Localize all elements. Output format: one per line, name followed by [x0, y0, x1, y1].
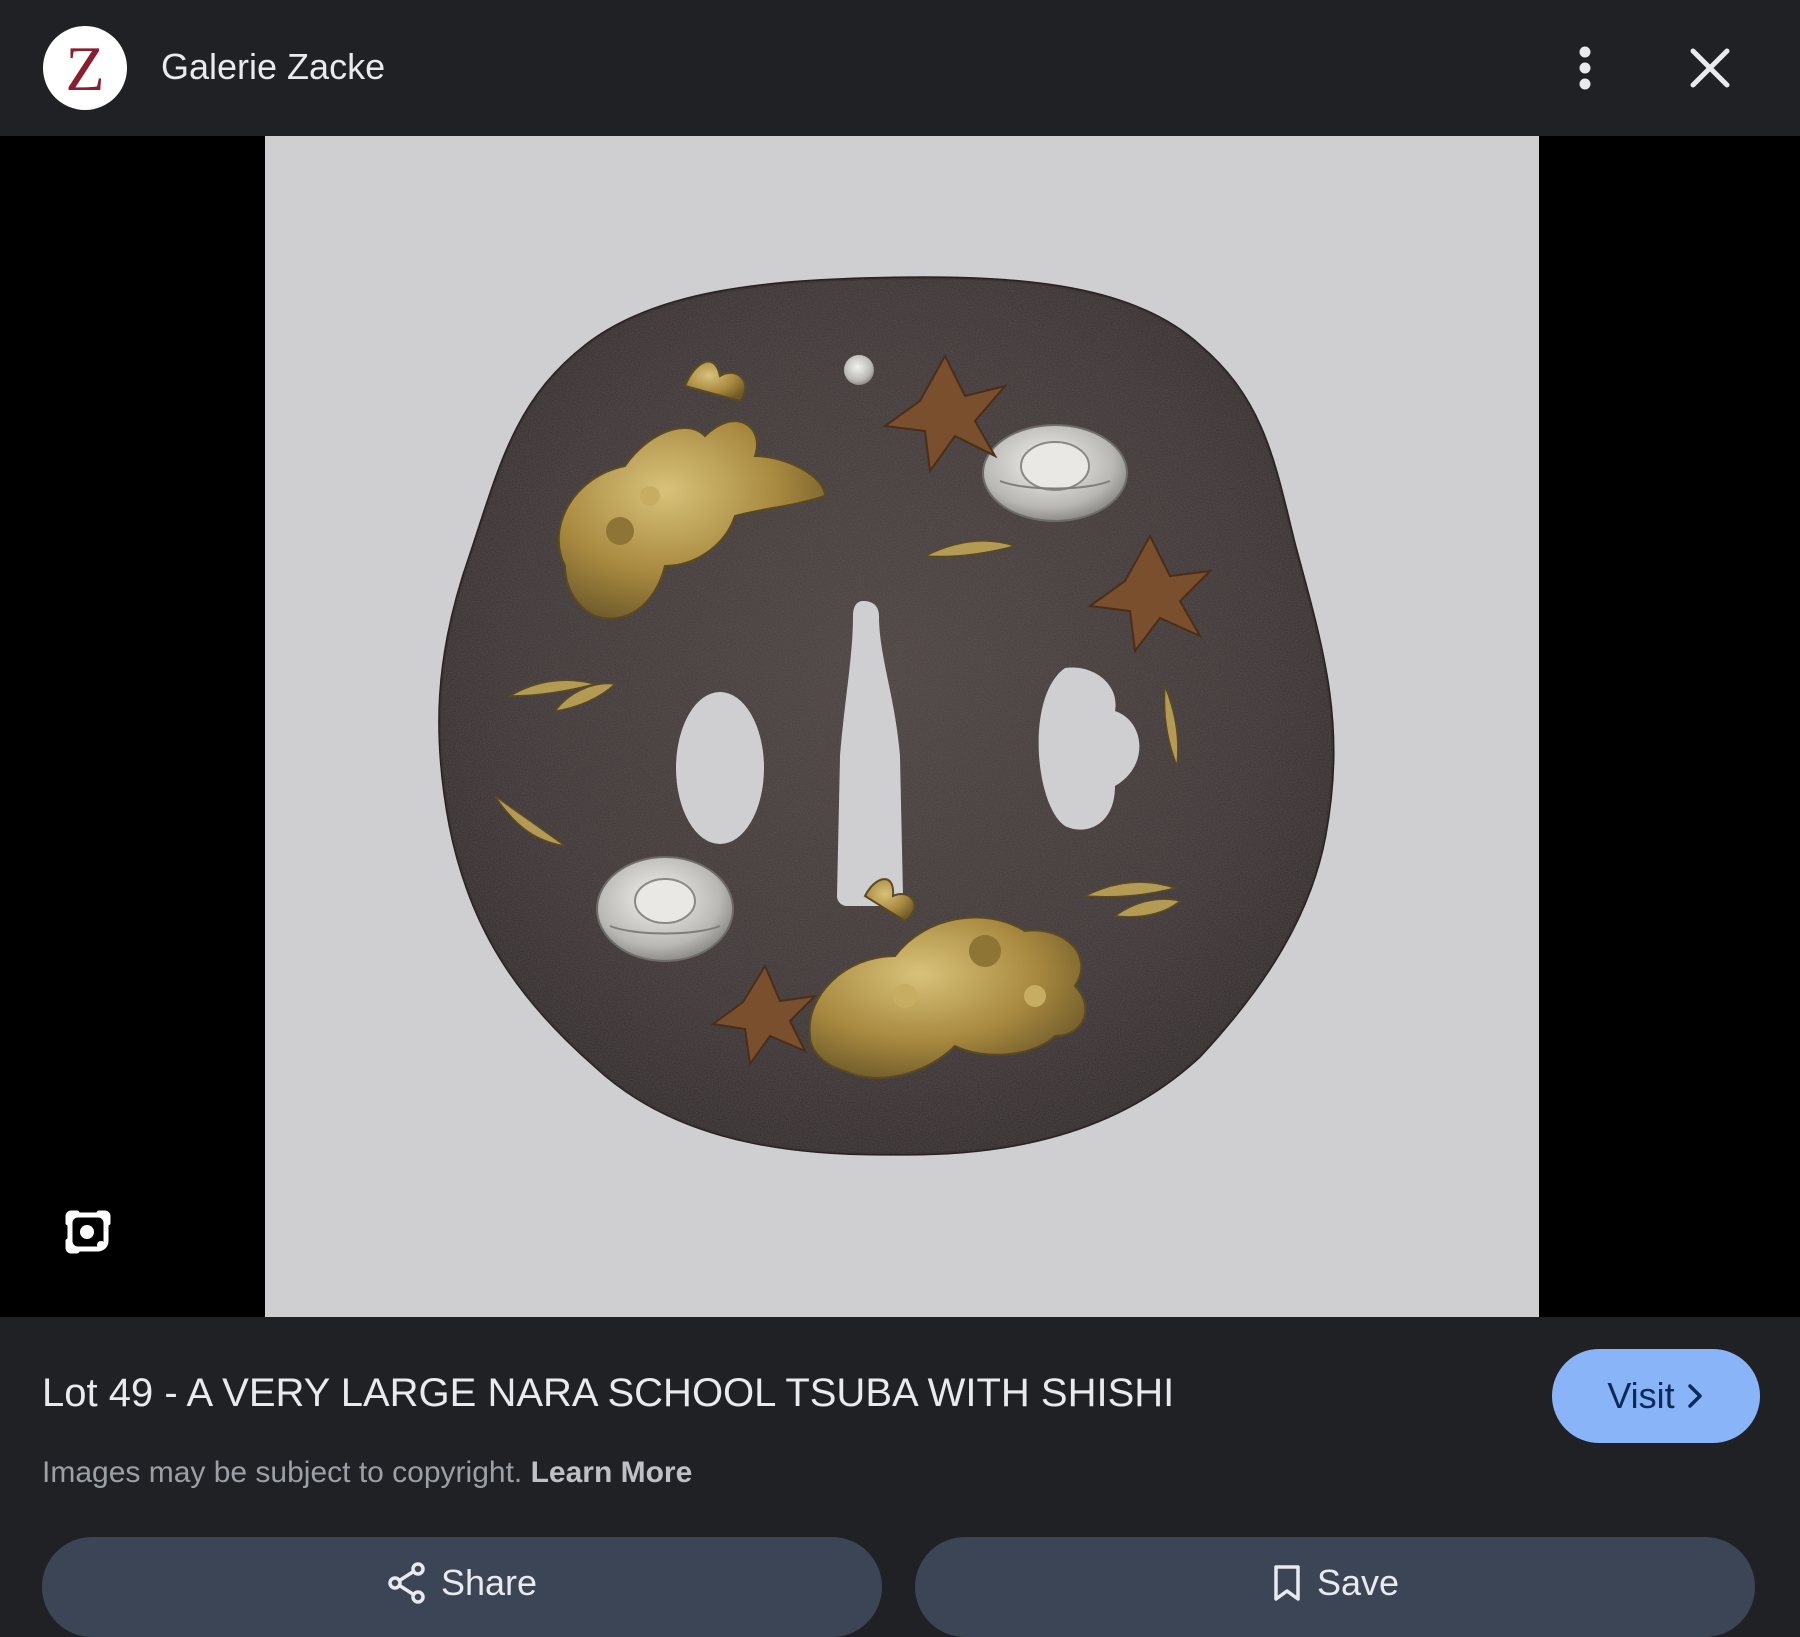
copyright-notice: Images may be subject to copyright. Lear…: [42, 1454, 692, 1492]
chevron-right-icon: [1687, 1384, 1702, 1408]
image-title[interactable]: Lot 49 - A VERY LARGE NARA SCHOOL TSUBA …: [42, 1368, 1174, 1418]
share-button-label: Share: [440, 1562, 538, 1603]
save-button[interactable]: Save: [915, 1537, 1755, 1637]
close-icon: [1690, 48, 1730, 88]
peony-lower: [596, 856, 734, 962]
silver-bud: [844, 355, 874, 385]
share-icon: [388, 1562, 425, 1604]
more-options-button[interactable]: [1563, 40, 1607, 96]
visit-button-label: Visit: [1607, 1375, 1675, 1416]
top-bar: Z Galerie Zacke: [0, 0, 1800, 136]
site-name[interactable]: Galerie Zacke: [161, 45, 385, 89]
site-logo[interactable]: Z: [43, 26, 127, 110]
google-lens-button[interactable]: [60, 1204, 116, 1260]
image-viewer: [0, 136, 1800, 1317]
close-button[interactable]: [1682, 40, 1738, 96]
tsuba-image[interactable]: [265, 136, 1539, 1317]
visit-button[interactable]: Visit: [1552, 1349, 1760, 1443]
copyright-text: Images may be subject to copyright.: [42, 1456, 523, 1489]
bookmark-icon: [1274, 1565, 1300, 1601]
google-lens-icon: [65, 1210, 111, 1254]
kozuka-hitsu: [676, 692, 764, 844]
peony-upper: [982, 424, 1128, 522]
save-button-label: Save: [1316, 1562, 1400, 1603]
site-logo-letter: Z: [65, 33, 105, 104]
tsuba-illustration: [438, 276, 1335, 1156]
learn-more-link[interactable]: Learn More: [531, 1456, 693, 1489]
more-vert-icon: [1579, 46, 1591, 90]
share-button[interactable]: Share: [42, 1537, 882, 1637]
